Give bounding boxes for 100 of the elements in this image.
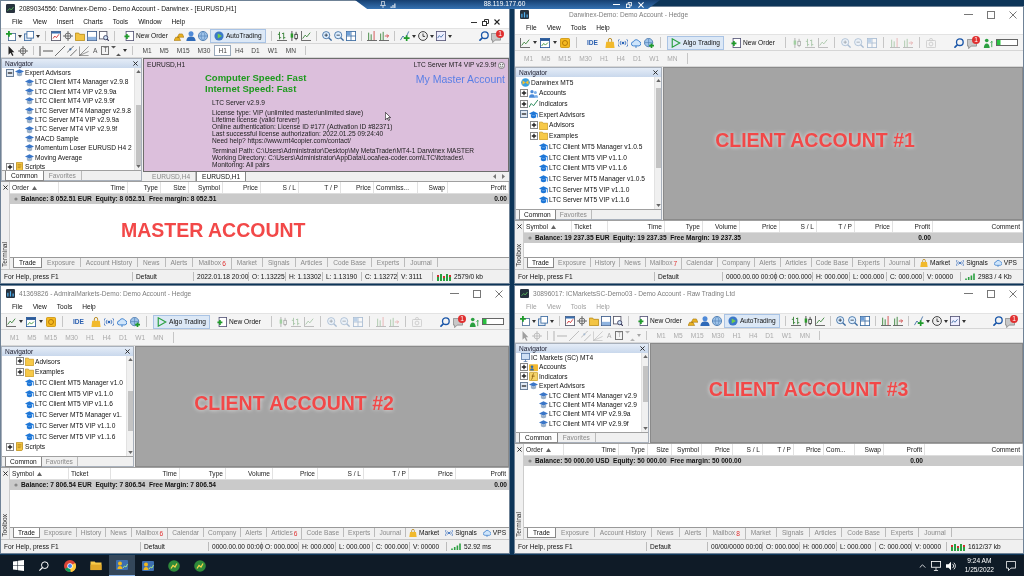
- globe-icon[interactable]: [711, 316, 722, 326]
- search-icon[interactable]: [440, 316, 450, 327]
- notification-icon[interactable]: [1006, 560, 1016, 571]
- scrollbar[interactable]: [134, 68, 141, 170]
- maximize-icon[interactable]: [987, 289, 995, 298]
- start-icon[interactable]: [12, 560, 24, 571]
- window-icon[interactable]: [87, 31, 97, 41]
- chart-window-icon[interactable]: [26, 316, 36, 327]
- window-stack-icon[interactable]: [538, 316, 548, 326]
- scrollbar[interactable]: [641, 353, 648, 432]
- scroll-up-icon[interactable]: [642, 355, 648, 358]
- coin-tile-icon[interactable]: [560, 37, 570, 48]
- close-icon[interactable]: [133, 61, 138, 66]
- browser-icon[interactable]: [64, 559, 76, 572]
- caret-icon[interactable]: [36, 34, 40, 38]
- clock-icon[interactable]: [417, 31, 428, 41]
- line-chart-icon[interactable]: [6, 316, 16, 327]
- close-icon[interactable]: [2, 185, 8, 190]
- quotes-window-icon[interactable]: [51, 31, 61, 41]
- broadcast-icon[interactable]: [618, 37, 628, 48]
- person-arrow-icon[interactable]: [469, 316, 479, 327]
- close-icon[interactable]: [125, 349, 130, 354]
- search-icon[interactable]: [479, 31, 489, 41]
- chevron-up-icon[interactable]: [918, 563, 926, 568]
- chart-shift-icon[interactable]: [366, 31, 377, 41]
- cloud-icon[interactable]: [117, 316, 127, 327]
- expand-icon[interactable]: [15, 357, 24, 366]
- collapse-icon[interactable]: [519, 381, 528, 390]
- caret-icon[interactable]: [39, 320, 43, 323]
- caret-icon[interactable]: [532, 319, 536, 323]
- taskbar-button[interactable]: [109, 555, 135, 576]
- tile-windows-icon[interactable]: [859, 316, 870, 326]
- caret-icon[interactable]: [533, 41, 537, 44]
- broadcast-icon[interactable]: [104, 316, 114, 327]
- caret-icon[interactable]: [429, 34, 434, 38]
- globe-icon[interactable]: [197, 31, 208, 41]
- window-stack-icon[interactable]: [24, 31, 34, 41]
- candlestick-icon[interactable]: [802, 316, 813, 326]
- line-chart-icon[interactable]: [300, 31, 311, 41]
- close-icon[interactable]: [653, 70, 658, 75]
- network-icon[interactable]: [930, 560, 941, 571]
- scroll-down-icon[interactable]: [655, 204, 661, 207]
- arrow-marks-icon[interactable]: [111, 45, 122, 56]
- caret-icon[interactable]: [553, 41, 557, 44]
- arrow-cursor-icon[interactable]: [6, 45, 16, 56]
- trend-line-icon[interactable]: [55, 45, 65, 56]
- add-chart-icon[interactable]: [6, 31, 16, 41]
- scroll-down-icon[interactable]: [642, 427, 648, 430]
- auto-scroll-icon[interactable]: [892, 316, 903, 326]
- signal-icon[interactable]: [390, 1, 396, 8]
- chart-window-icon[interactable]: [540, 37, 550, 48]
- minimize-icon[interactable]: [471, 21, 477, 23]
- folder-icon[interactable]: [90, 560, 102, 571]
- expand-icon[interactable]: [519, 99, 528, 108]
- bar-chart-icon[interactable]: [790, 316, 801, 326]
- add-chart-icon[interactable]: [520, 316, 530, 326]
- window-magnifier-icon[interactable]: [99, 31, 109, 41]
- close-icon[interactable]: [2, 471, 8, 476]
- expand-icon[interactable]: [519, 89, 528, 98]
- scroll-up-icon[interactable]: [655, 79, 661, 82]
- quotes-window-icon[interactable]: [565, 316, 575, 326]
- scroll-left-icon[interactable]: [493, 174, 496, 179]
- person-icon[interactable]: [185, 31, 196, 41]
- bar-chart-icon[interactable]: [276, 31, 287, 41]
- zoom-out-icon[interactable]: [333, 31, 344, 41]
- coin-tile-icon[interactable]: [46, 316, 56, 327]
- globe-plus-icon[interactable]: [130, 316, 140, 327]
- scroll-up-icon[interactable]: [127, 358, 133, 361]
- expand-icon[interactable]: [5, 442, 14, 451]
- chart-shift-icon[interactable]: [880, 316, 891, 326]
- close-icon[interactable]: [640, 346, 645, 351]
- caret-icon[interactable]: [411, 34, 416, 38]
- caret-icon[interactable]: [550, 319, 554, 323]
- expand-icon[interactable]: [519, 363, 528, 372]
- caret-icon[interactable]: [19, 320, 23, 323]
- person-icon[interactable]: [699, 316, 710, 326]
- caret-icon[interactable]: [961, 319, 966, 323]
- close-icon[interactable]: [494, 19, 500, 25]
- scroll-thumb[interactable]: [655, 88, 661, 168]
- candlestick-icon[interactable]: [288, 31, 299, 41]
- crosshair-icon[interactable]: [18, 45, 28, 56]
- close-icon[interactable]: [516, 447, 522, 452]
- scroll-thumb[interactable]: [135, 105, 141, 165]
- caret-icon[interactable]: [123, 49, 128, 52]
- caret-icon[interactable]: [925, 319, 930, 323]
- expand-icon[interactable]: [15, 368, 24, 377]
- fan-lines-icon[interactable]: [79, 45, 89, 56]
- search-icon[interactable]: [993, 316, 1003, 326]
- line-chart-icon[interactable]: [814, 316, 825, 326]
- shopping-bag-icon[interactable]: [91, 316, 101, 327]
- maximize-icon[interactable]: [473, 289, 481, 298]
- shopping-bag-icon[interactable]: [605, 37, 615, 48]
- template-icon[interactable]: [949, 316, 960, 326]
- restore-icon[interactable]: [482, 18, 489, 26]
- auto-scroll-icon[interactable]: [378, 31, 389, 41]
- cloud-icon[interactable]: [631, 37, 641, 48]
- channel-icon[interactable]: [67, 45, 77, 56]
- expand-icon[interactable]: [529, 121, 538, 130]
- volume-icon[interactable]: [945, 560, 956, 571]
- maximize-icon[interactable]: [987, 10, 995, 19]
